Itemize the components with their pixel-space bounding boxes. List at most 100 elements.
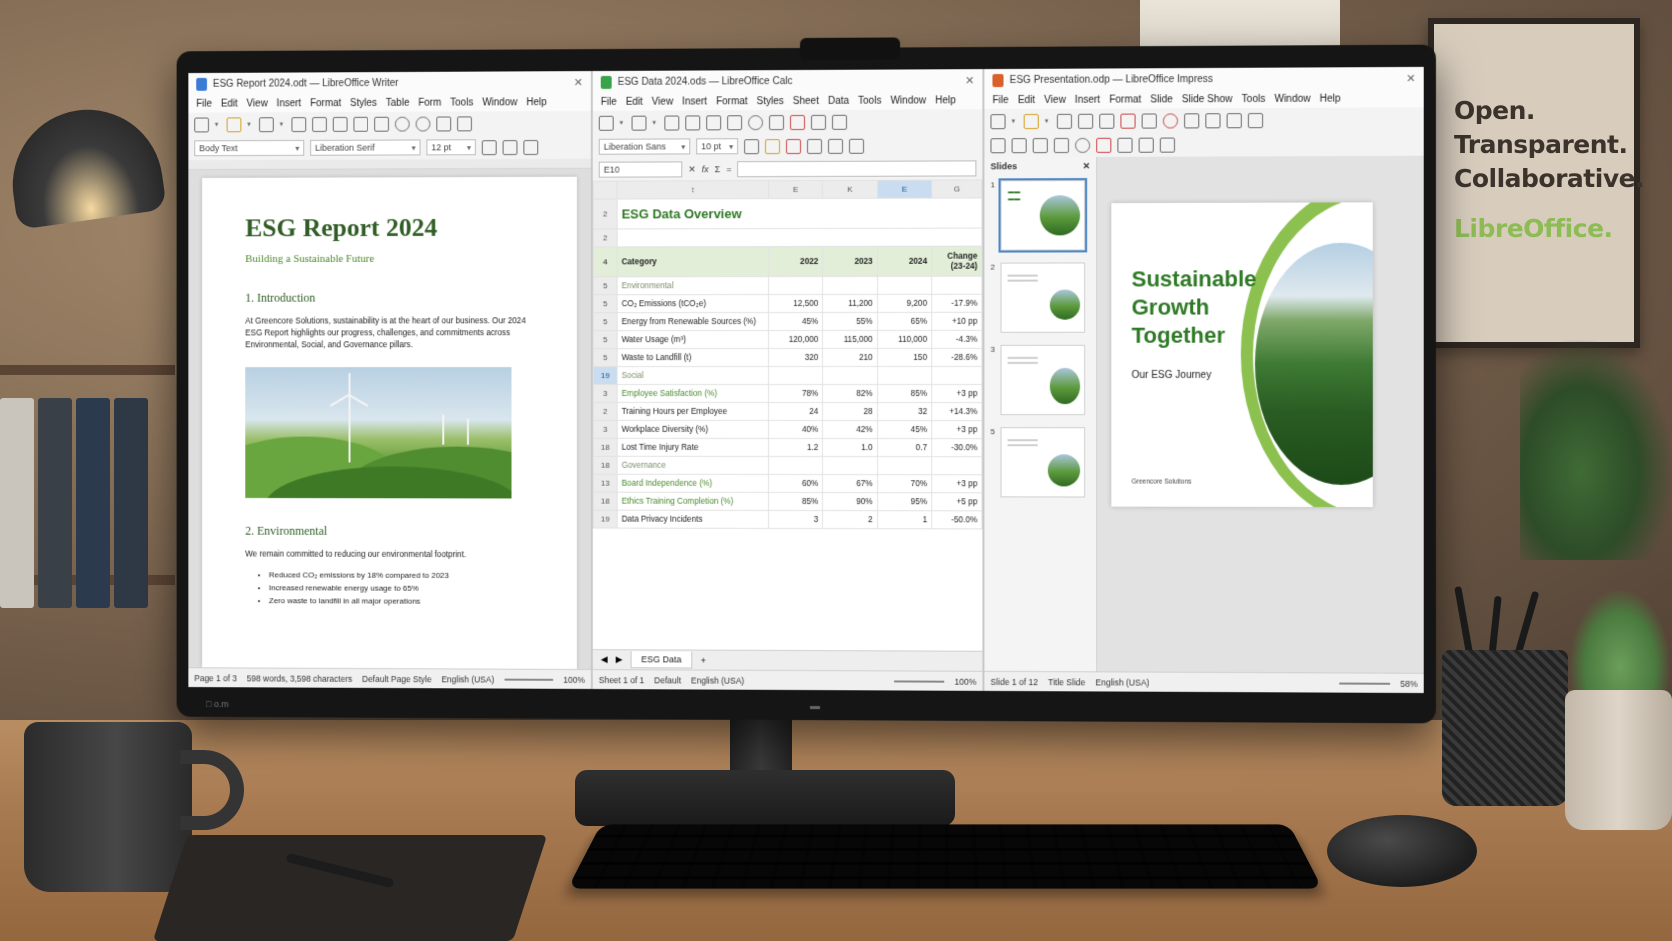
category-cell[interactable]: Lost Time Injury Rate (617, 438, 769, 457)
menu-styles[interactable]: Styles (757, 96, 784, 107)
undo-icon[interactable] (769, 114, 785, 130)
slide-thumbnail[interactable] (1000, 344, 1086, 416)
row-header[interactable]: 2 (593, 228, 618, 247)
arrange-icon[interactable] (1117, 137, 1133, 153)
text-box-icon[interactable] (1032, 137, 1048, 153)
value-cell-2022[interactable]: 120,000 (768, 330, 823, 349)
column-header[interactable]: ↕ (617, 180, 769, 200)
spellcheck-icon[interactable] (415, 116, 431, 132)
menu-window[interactable]: Window (1274, 93, 1310, 104)
font-name-combo[interactable]: Liberation Serif (310, 139, 421, 156)
slide-count[interactable]: Slide 1 of 12 (990, 676, 1038, 686)
empty-cell[interactable] (931, 456, 982, 475)
bold-icon[interactable] (481, 139, 497, 155)
row-header[interactable]: 18 (593, 438, 618, 457)
section-label-cell[interactable]: Social (617, 366, 769, 385)
value-cell-2024[interactable]: 70% (877, 474, 932, 493)
menu-slide-show[interactable]: Slide Show (1182, 94, 1233, 105)
sheet-title-cell[interactable]: ESG Data Overview (617, 197, 982, 229)
slide-title[interactable]: Sustainable Growth Together (1132, 265, 1264, 350)
value-cell-2022[interactable]: 40% (768, 420, 823, 439)
header-cell[interactable]: Change (23-24) (931, 246, 982, 277)
insert-row-icon[interactable] (810, 114, 826, 130)
empty-cell[interactable] (877, 366, 932, 385)
value-cell-2024[interactable]: 9,200 (877, 294, 932, 313)
slide-show-icon[interactable] (1247, 112, 1264, 128)
background-color-icon[interactable] (765, 138, 781, 154)
category-cell[interactable]: CO₂ Emissions (tCO₂e) (617, 294, 769, 313)
category-cell[interactable]: Training Hours per Employee (617, 402, 769, 421)
category-cell[interactable]: Employee Satisfaction (%) (617, 384, 769, 403)
empty-cell[interactable] (877, 276, 932, 295)
cell-style[interactable]: Default (654, 675, 681, 685)
zoom-slider[interactable] (504, 678, 554, 681)
row-header[interactable]: 19 (593, 366, 618, 385)
dropdown-icon[interactable]: ▾ (280, 120, 286, 128)
align-icon[interactable] (806, 138, 822, 154)
menu-help[interactable]: Help (1320, 93, 1341, 104)
menu-help[interactable]: Help (935, 95, 956, 106)
menu-window[interactable]: Window (482, 97, 517, 108)
formula-input[interactable] (737, 160, 977, 178)
open-folder-icon[interactable] (226, 116, 242, 132)
menu-edit[interactable]: Edit (1018, 94, 1035, 105)
row-header[interactable]: 5 (593, 312, 618, 331)
value-cell-2024[interactable]: 95% (877, 492, 932, 511)
value-cell-2022[interactable]: 78% (768, 384, 823, 403)
name-box[interactable]: E10 (598, 161, 683, 178)
menu-edit[interactable]: Edit (626, 96, 643, 107)
borders-icon[interactable] (849, 138, 865, 154)
row-header[interactable]: 2 (593, 402, 618, 421)
font-color-icon[interactable] (786, 138, 801, 154)
dropdown-icon[interactable]: ▾ (652, 119, 658, 127)
row-header[interactable]: 2 (593, 199, 618, 230)
dropdown-icon[interactable]: ▾ (1045, 117, 1051, 125)
empty-cell[interactable] (877, 456, 932, 475)
scroll-last-sheet-icon[interactable]: ▶ (616, 654, 623, 665)
menu-file[interactable]: File (992, 95, 1008, 106)
slide-subtitle[interactable]: Our ESG Journey (1132, 370, 1212, 381)
slide-thumbnail[interactable] (1000, 427, 1086, 498)
menu-styles[interactable]: Styles (350, 97, 377, 108)
menu-insert[interactable]: Insert (277, 98, 302, 109)
dropdown-icon[interactable]: ▾ (247, 120, 253, 128)
language[interactable]: English (USA) (441, 674, 494, 684)
line-icon[interactable] (1053, 137, 1069, 153)
empty-cell[interactable] (822, 366, 878, 385)
merge-cells-icon[interactable] (827, 138, 844, 154)
writer-titlebar[interactable]: ESG Report 2024.odt — LibreOffice Writer… (188, 71, 591, 95)
close-icon[interactable]: ✕ (1083, 161, 1091, 172)
highlight-icon[interactable] (502, 139, 518, 155)
group-icon[interactable] (1159, 137, 1175, 153)
category-cell[interactable]: Ethics Training Completion (%) (617, 492, 769, 511)
value-cell-2023[interactable]: 82% (822, 384, 878, 403)
row-header[interactable]: 5 (593, 330, 618, 349)
new-spreadsheet-icon[interactable] (598, 115, 614, 131)
close-icon[interactable]: ✕ (688, 164, 696, 175)
change-cell[interactable]: -17.9% (931, 294, 982, 313)
sheet-tab[interactable]: ESG Data (630, 651, 693, 669)
menu-tools[interactable]: Tools (450, 97, 473, 108)
row-header[interactable]: 5 (593, 294, 618, 313)
header-cell[interactable]: Category (617, 246, 769, 277)
value-cell-2022[interactable]: 45% (768, 312, 823, 331)
menu-sheet[interactable]: Sheet (793, 95, 819, 106)
value-cell-2022[interactable]: 24 (768, 402, 823, 421)
value-cell-2024[interactable]: 85% (877, 384, 932, 403)
slide-footer[interactable]: Greencore Solutions (1132, 478, 1192, 485)
zoom-slider[interactable] (894, 679, 945, 683)
row-header[interactable]: 18 (593, 456, 618, 475)
menu-format[interactable]: Format (1109, 94, 1141, 105)
cut-icon[interactable] (1120, 113, 1136, 129)
zoom-icon[interactable] (1011, 137, 1027, 153)
sum-icon[interactable]: Σ (715, 164, 721, 174)
shape-icon[interactable] (1075, 137, 1091, 153)
empty-cell[interactable] (617, 228, 982, 247)
section-label-cell[interactable]: Environmental (617, 276, 769, 295)
save-icon[interactable] (259, 116, 274, 132)
export-pdf-icon[interactable] (291, 116, 307, 132)
calc-window[interactable]: ESG Data 2024.ods — LibreOffice Calc ✕ F… (592, 69, 985, 691)
font-size-combo[interactable]: 10 pt (696, 138, 739, 155)
value-cell-2024[interactable]: 0.7 (877, 438, 932, 457)
fill-color-icon[interactable] (1096, 137, 1112, 153)
